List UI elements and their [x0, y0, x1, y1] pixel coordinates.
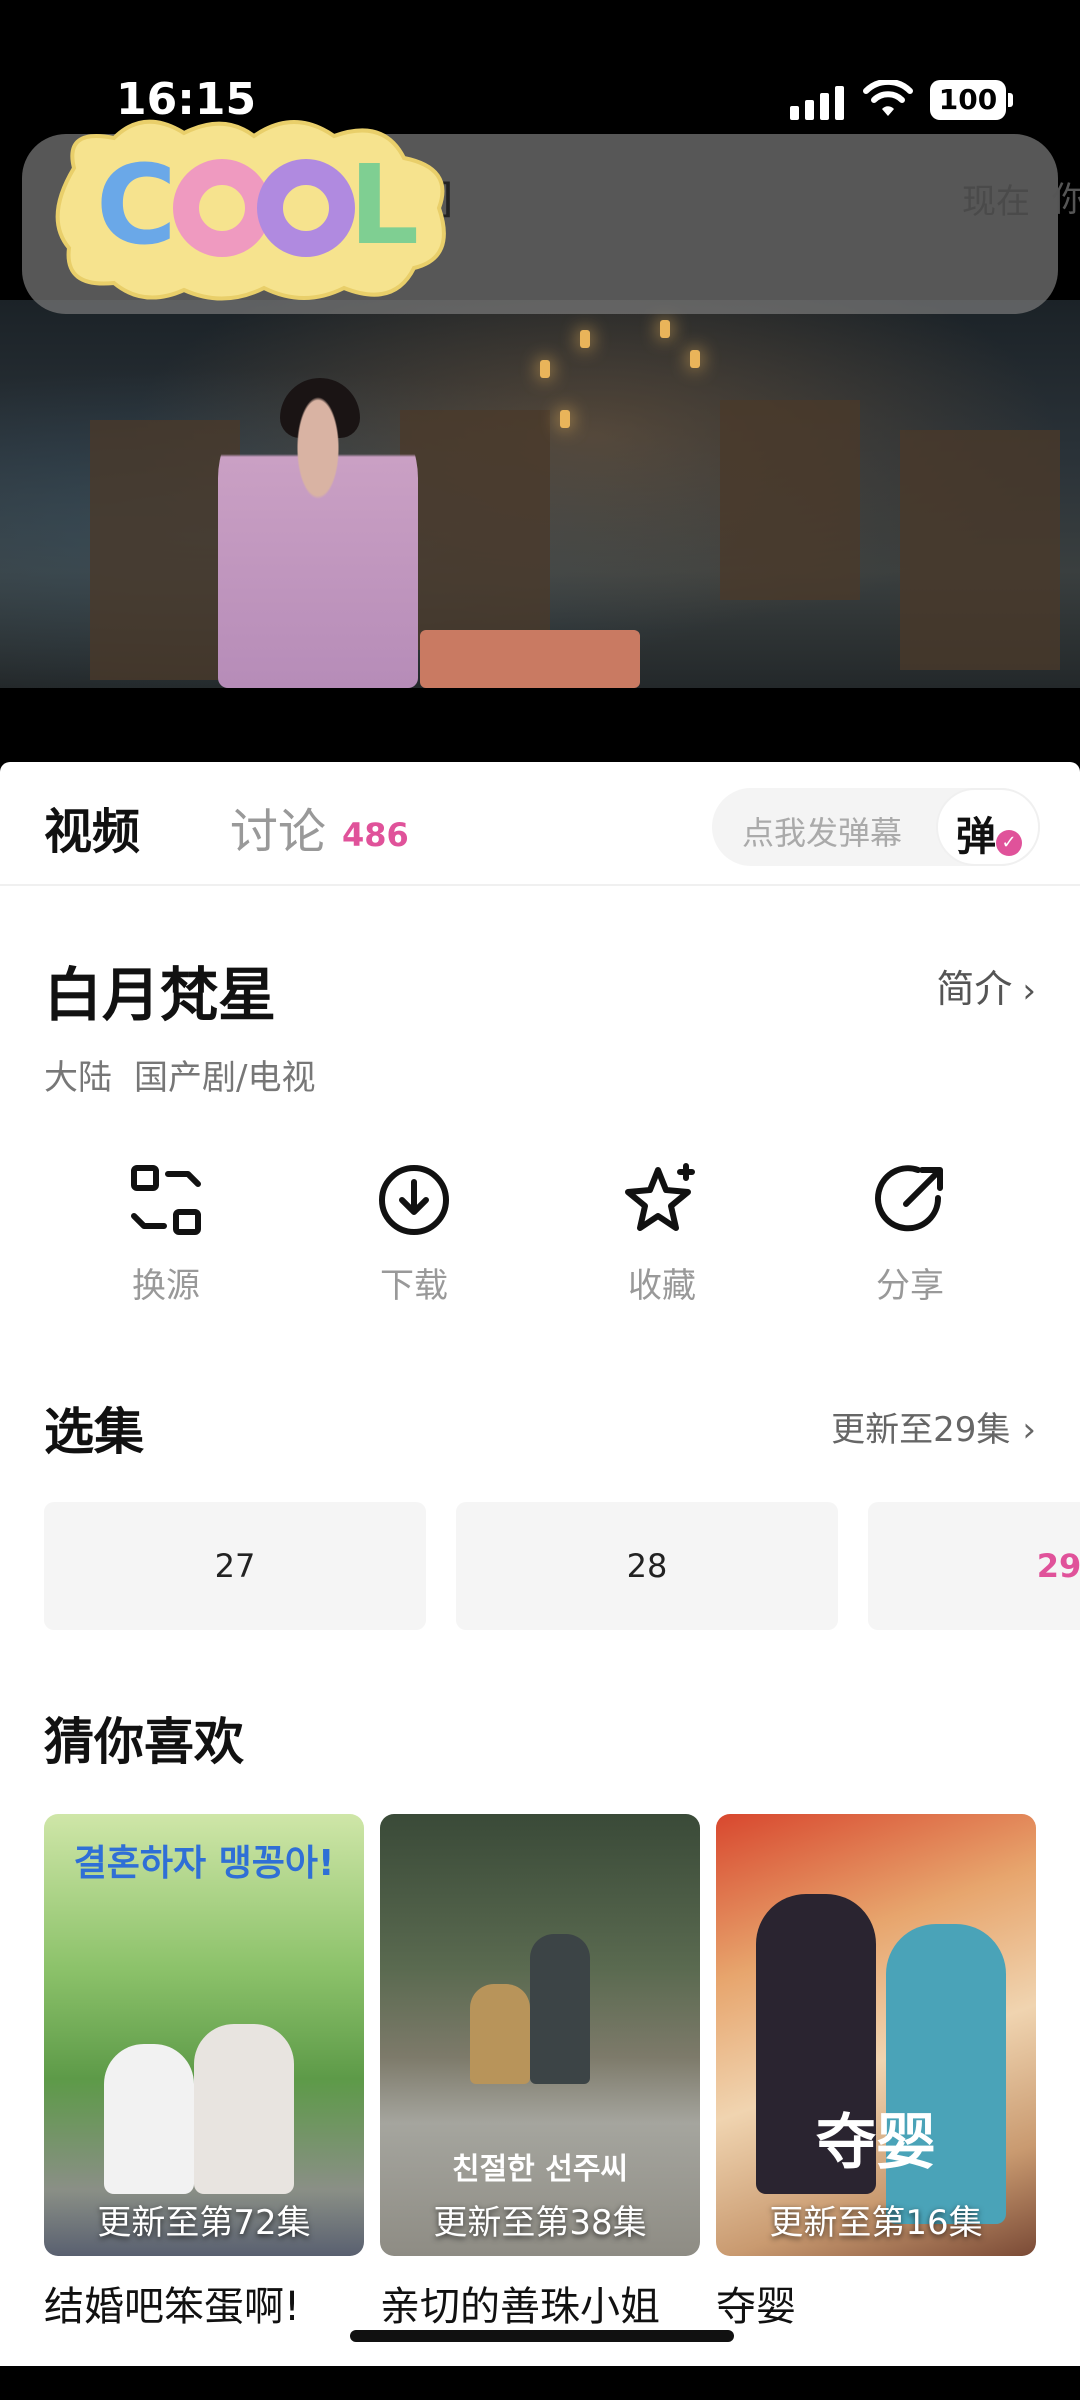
episodes-update-link[interactable]: 更新至29集 › — [831, 1402, 1036, 1451]
action-row: 换源 下载 收藏 分享 — [0, 1162, 1080, 1342]
download-button[interactable]: 下载 — [314, 1162, 514, 1307]
chevron-right-icon: › — [1022, 971, 1036, 1011]
check-icon: ✓ — [996, 830, 1022, 856]
recommend-item[interactable]: 夺婴 更新至第16集 夺婴 — [716, 1814, 1036, 2332]
chevron-right-icon: › — [1022, 1410, 1036, 1450]
sticker-letter-c: C — [96, 141, 177, 269]
switch-source-icon — [131, 1165, 201, 1235]
episode-item-current[interactable]: 29 — [868, 1502, 1080, 1630]
meta-region: 大陆 — [44, 1058, 112, 1098]
notification-time: 现在 — [962, 182, 1030, 222]
tab-video[interactable]: 视频 — [44, 792, 140, 862]
download-icon — [379, 1165, 449, 1235]
intro-link[interactable]: 简介 › — [936, 958, 1036, 1013]
recommend-item[interactable]: 친절한 선주씨 更新至第38集 亲切的善珠小姐 — [380, 1814, 700, 2332]
episode-list: 27 28 29 — [44, 1502, 1080, 1630]
recommend-item[interactable]: 결혼하자 맹꽁아! 更新至第72集 结婚吧笨蛋啊! — [44, 1814, 364, 2332]
action-label: 收藏 — [628, 1266, 696, 1306]
recommend-title-text: 结婚吧笨蛋啊! — [44, 2284, 301, 2330]
share-icon — [875, 1165, 943, 1232]
show-meta: 大陆 国产剧/电视 — [44, 1050, 315, 1099]
danmu-placeholder: 点我发弹幕 — [742, 814, 903, 852]
discuss-count-badge: 486 — [342, 816, 409, 854]
tab-bar: 视频 讨论 486 点我发弹幕 弹 ✓ — [0, 762, 1080, 886]
episodes-title: 选集 — [44, 1403, 144, 1461]
recommend-title-text: 亲切的善珠小姐 — [380, 2284, 660, 2330]
show-title: 白月梵星 — [44, 961, 277, 1029]
video-frame — [0, 300, 1080, 688]
episodes-update-text: 更新至29集 — [831, 1410, 1011, 1450]
wifi-icon — [863, 80, 913, 116]
battery-indicator: 100 — [930, 80, 1013, 120]
recommend-title-text: 夺婴 — [716, 2284, 796, 2330]
danmu-button-label: 弹 — [956, 814, 996, 860]
poster-image: 결혼하자 맹꽁아! 更新至第72集 — [44, 1814, 364, 2256]
poster-title-text: 결혼하자 맹꽁아! — [73, 1843, 335, 1884]
poster-image: 夺婴 更新至第16集 — [716, 1814, 1036, 2256]
share-button[interactable]: 分享 — [810, 1162, 1010, 1307]
poster-title-text: 친절한 선주씨 — [451, 2152, 629, 2187]
action-label: 分享 — [876, 1266, 944, 1306]
poster-update-badge: 更新至第72集 — [97, 2203, 311, 2243]
video-player[interactable]: 16:15 100 [] 现在 你 C L — [0, 0, 1080, 762]
switch-source-button[interactable]: 换源 — [66, 1162, 266, 1307]
meta-category: 国产剧/电视 — [134, 1058, 316, 1098]
video-character — [218, 388, 418, 688]
cellular-signal-icon — [790, 86, 846, 120]
bottom-bar — [0, 2366, 1080, 2400]
notification-overflow-text: 你 — [1052, 180, 1080, 220]
poster-update-badge: 更新至第38集 — [433, 2203, 647, 2243]
intro-label: 简介 — [936, 967, 1013, 1011]
content-panel: 视频 讨论 486 点我发弹幕 弹 ✓ 白月梵星 简介 › 大陆 国产剧/电视 换源 — [0, 762, 1080, 2400]
danmu-toggle-button[interactable]: 弹 ✓ — [936, 788, 1040, 866]
home-indicator[interactable] — [350, 2330, 734, 2342]
recommend-title: 猜你喜欢 — [44, 1713, 244, 1771]
favorite-button[interactable]: 收藏 — [562, 1162, 762, 1307]
action-label: 换源 — [132, 1266, 200, 1306]
sticker-letter-l: L — [349, 141, 419, 269]
tab-discuss[interactable]: 讨论 — [230, 792, 326, 862]
poster-update-badge: 更新至第16集 — [769, 2203, 983, 2243]
danmu-input[interactable]: 点我发弹幕 弹 ✓ — [712, 788, 1040, 866]
episode-item[interactable]: 27 — [44, 1502, 426, 1630]
action-label: 下载 — [380, 1266, 448, 1306]
recommend-list: 결혼하자 맹꽁아! 更新至第72集 结婚吧笨蛋啊! 친절한 선주씨 更新至第38… — [44, 1814, 1080, 2374]
poster-image: 친절한 선주씨 更新至第38集 — [380, 1814, 700, 2256]
star-icon — [625, 1163, 695, 1231]
episode-item[interactable]: 28 — [456, 1502, 838, 1630]
cool-sticker: C L — [55, 119, 446, 301]
poster-title-text: 夺婴 — [816, 2108, 936, 2178]
